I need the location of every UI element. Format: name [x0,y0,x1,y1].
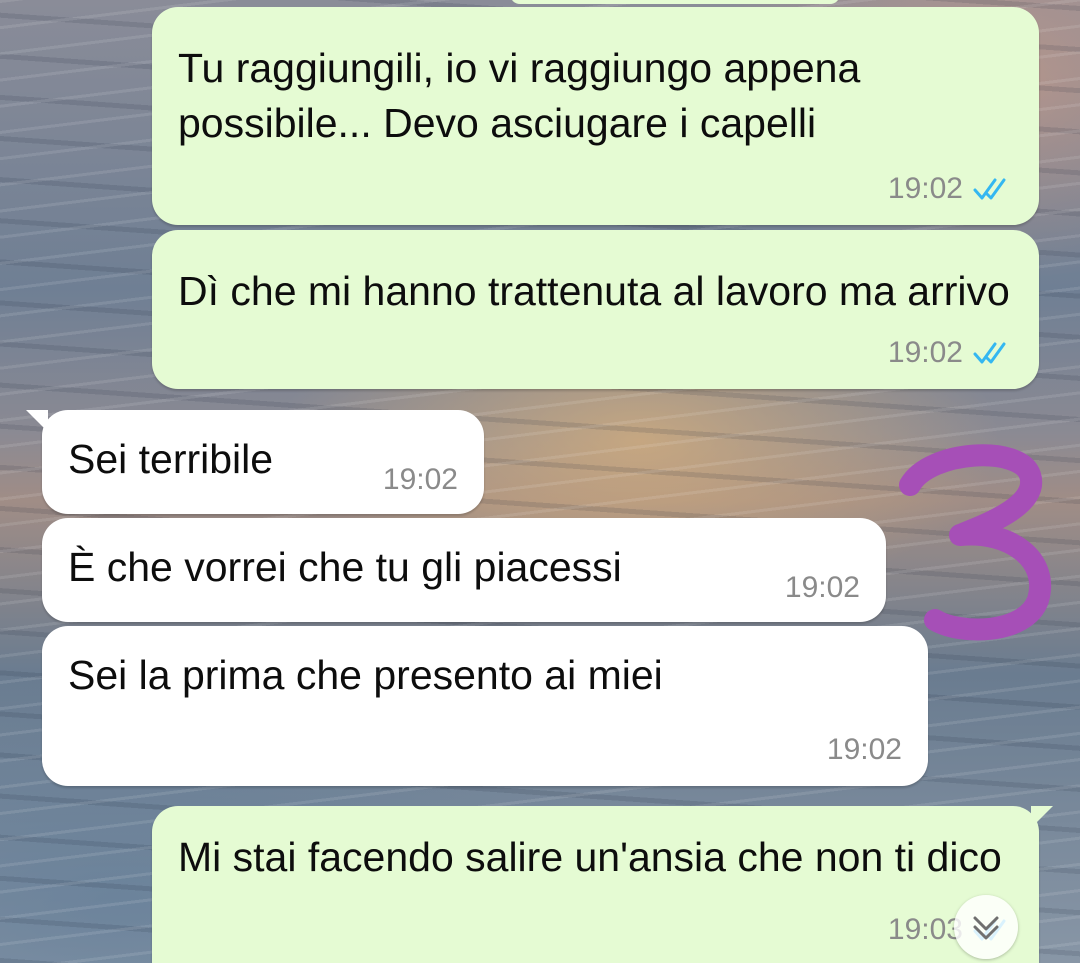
message-bubble-outgoing[interactable]: Mi stai facendo salire un'ansia che non … [152,806,1053,963]
message-text: Sei la prima che presento ai miei [68,652,663,698]
previous-message-edge [510,0,840,4]
message-bubble-incoming[interactable]: Sei la prima che presento ai miei 19:02 [42,626,928,786]
chevron-double-down-icon [973,916,999,940]
message-time: 19:02 [826,733,902,766]
message-time: 19:02 [382,463,458,496]
message-text: Dì che mi hanno trattenuta al lavoro ma … [178,268,1010,314]
message-time: 19:02 [784,571,860,604]
double-check-icon [973,178,1006,200]
bubble-tail [1031,806,1053,828]
scroll-to-bottom-button[interactable] [954,895,1018,959]
chat-background: Tu raggiungili, io vi raggiungo appena p… [0,0,1080,963]
message-bubble-outgoing[interactable]: Dì che mi hanno trattenuta al lavoro ma … [152,230,1039,389]
bubble-tail [26,410,48,432]
message-text: Mi stai facendo salire un'ansia che non … [178,834,1002,880]
message-text: È che vorrei che tu gli piacessi [68,544,622,590]
message-meta: 19:02 [888,173,1017,205]
message-time: 19:02 [887,336,963,369]
handwritten-number-annotation: 3 [899,444,1051,641]
message-bubble-incoming[interactable]: Sei terribile 19:02 [26,410,484,514]
message-bubble-incoming[interactable]: È che vorrei che tu gli piacessi 19:02 [42,518,886,622]
message-meta: 19:02 [888,337,1017,369]
message-meta: 19:02 [785,572,860,604]
message-meta: 19:02 [827,734,902,766]
message-meta: 19:02 [383,464,458,496]
message-bubble-outgoing[interactable]: Tu raggiungili, io vi raggiungo appena p… [152,7,1039,225]
message-text: Tu raggiungili, io vi raggiungo appena p… [178,45,872,146]
double-check-icon [973,342,1006,364]
message-time: 19:02 [887,172,963,205]
message-time: 19:03 [887,913,963,946]
